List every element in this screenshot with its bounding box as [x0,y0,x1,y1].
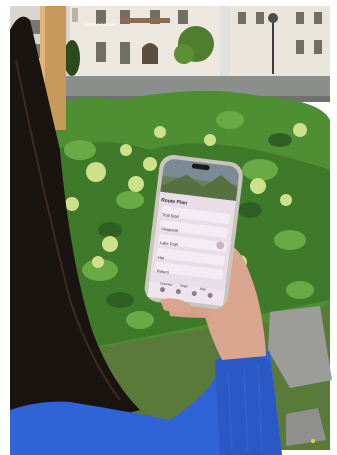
photo-scene: Route Plan Trail Start Viewpoint Lake Pa… [0,0,337,455]
phone-tab[interactable]: Map [200,287,206,292]
phone-list-item[interactable]: Hut [158,255,165,261]
phone-tab[interactable]: Stops [180,284,188,289]
building-sign: GEMEINDEAMT [83,22,117,27]
smartphone [144,155,243,309]
